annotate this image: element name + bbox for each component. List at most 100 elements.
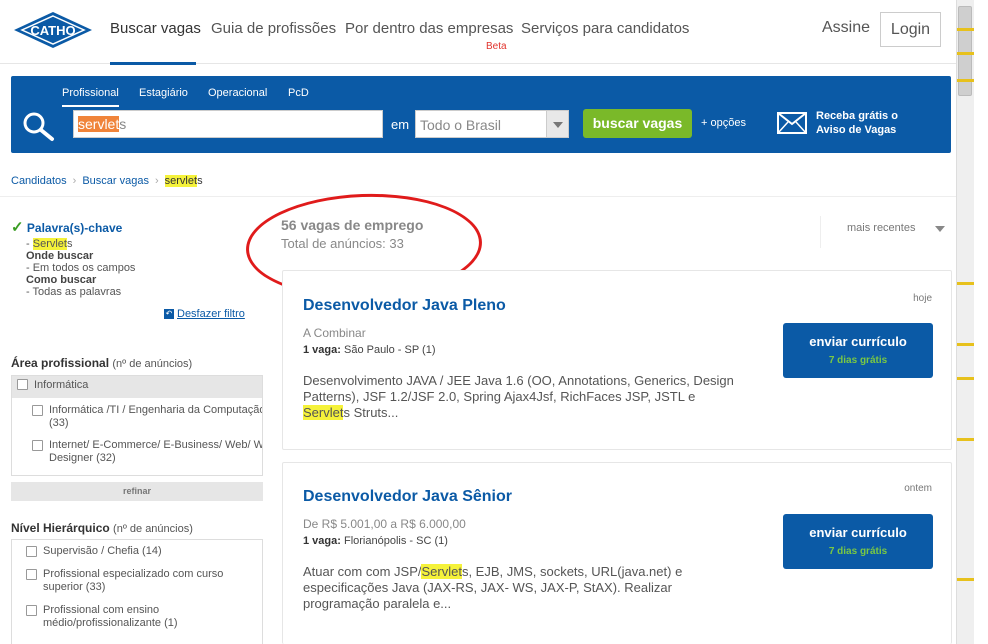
job-title[interactable]: Desenvolvedor Java Pleno <box>303 297 506 315</box>
search-band: Profissional Estagiário Operacional PcD … <box>11 76 951 153</box>
nivel-option-especializado[interactable]: Profissional especializado com curso supe… <box>26 568 223 594</box>
como-buscar-label: Como buscar <box>26 274 97 286</box>
keyword-input[interactable]: servlets <box>73 110 383 138</box>
area-title-text: Área profissional <box>11 356 110 370</box>
nivel-option-medio[interactable]: Profissional com ensino médio/profissiona… <box>26 604 178 630</box>
scroll-marker <box>957 578 974 581</box>
tab-profissional[interactable]: Profissional <box>62 87 119 107</box>
como-buscar-value: - Todas as palavras <box>26 286 122 298</box>
nav-servicos-candidatos[interactable]: Serviços para candidatos <box>521 20 689 37</box>
breadcrumb-current-rest: s <box>197 175 203 187</box>
job-vagas: 1 vaga: Florianópolis - SC (1) <box>303 535 448 547</box>
job-description: Atuar com com JSP/Servlets, EJB, JMS, so… <box>303 564 743 612</box>
chevron-down-icon[interactable] <box>546 111 568 137</box>
keyword-filter-label: Palavra(s)-chave <box>26 221 123 235</box>
option-label: Informática /TI / Engenharia da Computaç… <box>49 404 263 416</box>
nav-por-dentro-empresas[interactable]: Por dentro das empresas <box>345 20 513 37</box>
job-date: hoje <box>913 293 932 304</box>
area-group-informatica[interactable]: Informática <box>12 376 262 398</box>
scrollbar-track[interactable] <box>956 0 974 644</box>
envelope-icon[interactable] <box>777 112 807 134</box>
nivel-hierarquico-box: Supervisão / Chefia (14) Profissional es… <box>11 539 263 644</box>
desc-highlight: Servlet <box>303 405 344 420</box>
enviar-curriculo-button[interactable]: enviar currículo 7 dias grátis <box>783 514 933 569</box>
breadcrumb-candidatos[interactable]: Candidatos <box>11 175 67 187</box>
job-vagas-label: 1 vaga: <box>303 344 341 356</box>
nivel-title-text: Nível Hierárquico <box>11 521 110 535</box>
tab-estagiario[interactable]: Estagiário <box>139 87 188 99</box>
option-count: Designer (32) <box>49 452 116 464</box>
scroll-marker <box>957 52 974 55</box>
scroll-marker <box>957 282 974 285</box>
beta-badge: Beta <box>486 41 507 52</box>
checkbox[interactable] <box>26 546 37 557</box>
job-salary: De R$ 5.001,00 a R$ 6.000,00 <box>303 517 466 531</box>
assine-link[interactable]: Assine <box>822 19 870 37</box>
onde-buscar-label: Onde buscar <box>26 250 94 262</box>
breadcrumb-current-highlight: servlet <box>164 175 198 187</box>
apply-label: enviar currículo <box>809 334 907 349</box>
enviar-curriculo-button[interactable]: enviar currículo 7 dias grátis <box>783 323 933 378</box>
breadcrumb: Candidatos › Buscar vagas › servlets <box>11 175 203 187</box>
keyword-filter-title: ✓ Palavra(s)-chave <box>11 218 122 236</box>
option-label: Profissional com ensino <box>43 604 160 616</box>
search-icon <box>23 112 54 141</box>
job-location: Florianópolis - SC (1) <box>343 535 448 547</box>
apply-label: enviar currículo <box>809 525 907 540</box>
nav-buscar-vagas[interactable]: Buscar vagas <box>110 20 201 37</box>
desfazer-filtro-link[interactable]: ↶ Desfazer filtro <box>164 308 245 320</box>
keyword-filter-highlight: Servlet <box>32 238 67 250</box>
tab-pcd[interactable]: PcD <box>288 87 309 99</box>
area-option-internet[interactable]: Internet/ E-Commerce/ E-Business/ Web/ W… <box>32 439 262 465</box>
more-options-link[interactable]: + opções <box>701 117 746 129</box>
nivel-option-supervisao[interactable]: Supervisão / Chefia (14) <box>26 545 162 558</box>
desfazer-filtro-label: Desfazer filtro <box>177 308 245 320</box>
area-profissional-title: Área profissional (nº de anúncios) <box>11 356 192 370</box>
option-label: Supervisão / Chefia (14) <box>43 545 162 557</box>
sort-value: mais recentes <box>847 222 916 234</box>
checkbox[interactable] <box>17 379 28 390</box>
tab-operacional[interactable]: Operacional <box>208 87 267 99</box>
job-card[interactable]: ontem Desenvolvedor Java Sênior De R$ 5.… <box>282 462 952 644</box>
location-value: Todo o Brasil <box>420 117 501 133</box>
divider <box>0 196 956 197</box>
checkbox[interactable] <box>26 605 37 616</box>
buscar-vagas-button[interactable]: buscar vagas <box>583 109 692 138</box>
area-profissional-box: Informática Informática /TI / Engenharia… <box>11 375 263 476</box>
apply-free-trial: 7 dias grátis <box>828 546 888 557</box>
scrollbar-thumb[interactable] <box>958 6 972 96</box>
area-option-ti[interactable]: Informática /TI / Engenharia da Computaç… <box>32 404 263 430</box>
location-select[interactable]: Todo o Brasil <box>415 110 569 138</box>
checkbox[interactable] <box>32 405 43 416</box>
catho-logo[interactable]: CATHO <box>12 10 94 50</box>
refinar-button[interactable]: refinar <box>11 482 263 501</box>
desc-after: s Struts... <box>343 405 399 420</box>
top-navigation: CATHO Buscar vagas Guia de profissões Po… <box>0 0 956 65</box>
sort-select[interactable]: mais recentes <box>820 216 952 248</box>
job-title[interactable]: Desenvolvedor Java Sênior <box>303 488 512 506</box>
checkbox[interactable] <box>32 440 43 451</box>
login-button[interactable]: Login <box>880 12 941 47</box>
apply-free-trial: 7 dias grátis <box>828 355 888 366</box>
checkbox[interactable] <box>26 569 37 580</box>
desc-before: Desenvolvimento JAVA / JEE Java 1.6 (OO,… <box>303 373 734 404</box>
onde-buscar-value: - Em todos os campos <box>26 262 136 274</box>
option-count: médio/profissionalizante (1) <box>43 617 178 629</box>
option-label: Profissional especializado com curso <box>43 568 224 580</box>
area-hint: (nº de anúncios) <box>112 358 193 370</box>
nav-guia-profissoes[interactable]: Guia de profissões <box>211 20 336 37</box>
job-alert-line1: Receba grátis o <box>816 110 898 122</box>
breadcrumb-buscar-vagas[interactable]: Buscar vagas <box>82 175 149 187</box>
chevron-right-icon: › <box>154 175 159 187</box>
area-group-label: Informática <box>34 379 89 391</box>
desc-highlight: Servlet <box>421 564 462 579</box>
job-salary: A Combinar <box>303 326 366 340</box>
nivel-hint: (nº de anúncios) <box>113 523 193 535</box>
option-count: superior (33) <box>43 581 106 593</box>
job-alert-link[interactable]: Receba grátis o Aviso de Vagas <box>816 109 926 137</box>
desc-before: Atuar com com JSP/ <box>303 564 422 579</box>
scroll-marker <box>957 343 974 346</box>
job-card[interactable]: hoje Desenvolvedor Java Pleno A Combinar… <box>282 270 952 450</box>
scroll-marker <box>957 438 974 441</box>
job-vagas: 1 vaga: São Paulo - SP (1) <box>303 344 436 356</box>
